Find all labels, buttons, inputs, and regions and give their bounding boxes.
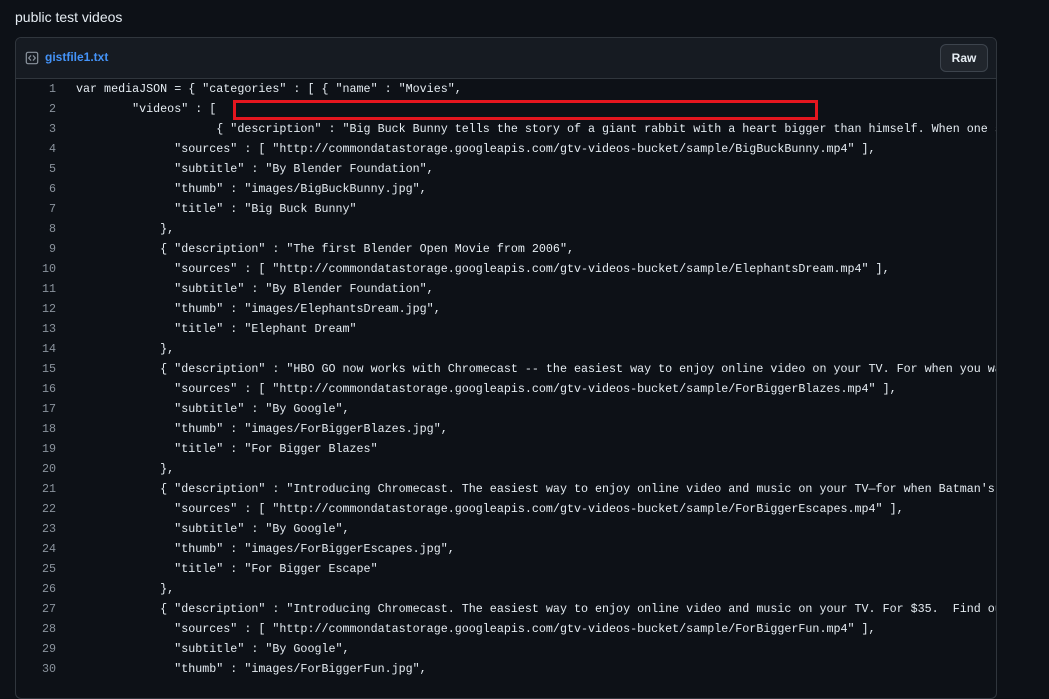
code-line: 15 { "description" : "HBO GO now works w… [16,359,996,379]
line-code-text: "sources" : [ "http://commondatastorage.… [76,502,904,516]
raw-button[interactable]: Raw [940,44,988,72]
code-line: 8 }, [16,219,996,239]
line-number[interactable]: 12 [16,299,76,319]
line-code-text: "title" : "For Bigger Blazes" [76,442,378,456]
line-number[interactable]: 2 [16,99,76,119]
code-line: 11 "subtitle" : "By Blender Foundation", [16,279,996,299]
code-line: 18 "thumb" : "images/ForBiggerBlazes.jpg… [16,419,996,439]
page-title: public test videos [15,9,123,25]
gist-file-box: gistfile1.txt Raw 1 var mediaJSON = { "ca… [15,37,997,699]
code-lines: 1 var mediaJSON = { "categories" : [ { "n… [16,79,996,679]
line-code-text: "sources" : [ "http://commondatastorage.… [76,382,897,396]
code-line: 27 { "description" : "Introducing Chrome… [16,599,996,619]
line-number[interactable]: 16 [16,379,76,399]
code-line: 5 "subtitle" : "By Blender Foundation", [16,159,996,179]
line-code-text: "thumb" : "images/ForBiggerEscapes.jpg", [76,542,455,556]
code-line: 29 "subtitle" : "By Google", [16,639,996,659]
code-line: 16 "sources" : [ "http://commondatastora… [16,379,996,399]
line-number[interactable]: 1 [16,79,76,99]
line-code-text: "thumb" : "images/BigBuckBunny.jpg", [76,182,427,196]
line-code-text: "subtitle" : "By Blender Foundation", [76,282,434,296]
code-line: 24 "thumb" : "images/ForBiggerEscapes.jp… [16,539,996,559]
code-line: 21 { "description" : "Introducing Chrome… [16,479,996,499]
line-code-text: "title" : "Elephant Dream" [76,322,357,336]
line-number[interactable]: 25 [16,559,76,579]
code-line: 10 "sources" : [ "http://commondatastora… [16,259,996,279]
line-number[interactable]: 19 [16,439,76,459]
line-code-text: }, [76,582,175,596]
code-line: 26 }, [16,579,996,599]
line-code-text: "thumb" : "images/ForBiggerFun.jpg", [76,662,427,676]
code-line: 17 "subtitle" : "By Google", [16,399,996,419]
line-number[interactable]: 3 [16,119,76,139]
code-line: 7 "title" : "Big Buck Bunny" [16,199,996,219]
line-number[interactable]: 17 [16,399,76,419]
line-number[interactable]: 23 [16,519,76,539]
line-number[interactable]: 11 [16,279,76,299]
line-code-text: "subtitle" : "By Google", [76,522,350,536]
line-number[interactable]: 14 [16,339,76,359]
line-code-text: { "description" : "Introducing Chromecas… [76,482,997,496]
code-line: 30 "thumb" : "images/ForBiggerFun.jpg", [16,659,996,679]
line-code-text: { "description" : "Big Buck Bunny tells … [76,122,997,136]
line-code-text: "thumb" : "images/ElephantsDream.jpg", [76,302,441,316]
line-code-text: { "description" : "Introducing Chromecas… [76,602,997,616]
line-code-text: "subtitle" : "By Blender Foundation", [76,162,434,176]
line-number[interactable]: 27 [16,599,76,619]
line-code-text: "subtitle" : "By Google", [76,642,350,656]
line-code-text: { "description" : "HBO GO now works with… [76,362,997,376]
code-line: 23 "subtitle" : "By Google", [16,519,996,539]
line-number[interactable]: 24 [16,539,76,559]
line-code-text: }, [76,342,175,356]
line-code-text: "videos" : [ [76,102,217,116]
line-number[interactable]: 20 [16,459,76,479]
line-number[interactable]: 10 [16,259,76,279]
code-line: 22 "sources" : [ "http://commondatastora… [16,499,996,519]
code-line: 3 { "description" : "Big Buck Bunny tell… [16,119,996,139]
line-number[interactable]: 8 [16,219,76,239]
line-code-text: "title" : "For Bigger Escape" [76,562,378,576]
line-code-text: "title" : "Big Buck Bunny" [76,202,357,216]
line-code-text: "sources" : [ "http://commondatastorage.… [76,262,890,276]
code-line: 12 "thumb" : "images/ElephantsDream.jpg"… [16,299,996,319]
line-number[interactable]: 4 [16,139,76,159]
code-line: 2 "videos" : [ [16,99,996,119]
code-line: 1 var mediaJSON = { "categories" : [ { "n… [16,79,996,99]
code-line: 4 "sources" : [ "http://commondatastorag… [16,139,996,159]
line-code-text: }, [76,222,175,236]
line-number[interactable]: 13 [16,319,76,339]
line-number[interactable]: 6 [16,179,76,199]
line-code-text: { "description" : "The first Blender Ope… [76,242,574,256]
line-number[interactable]: 21 [16,479,76,499]
code-line: 9 { "description" : "The first Blender O… [16,239,996,259]
code-line: 19 "title" : "For Bigger Blazes" [16,439,996,459]
line-number[interactable]: 30 [16,659,76,679]
code-line: 25 "title" : "For Bigger Escape" [16,559,996,579]
code-line: 13 "title" : "Elephant Dream" [16,319,996,339]
code-square-icon [25,51,39,65]
line-code-text: var mediaJSON = { "categories" : [ { "na… [76,82,462,96]
code-body: 1 var mediaJSON = { "categories" : [ { "n… [16,79,996,698]
line-number[interactable]: 26 [16,579,76,599]
line-code-text: "subtitle" : "By Google", [76,402,350,416]
line-number[interactable]: 9 [16,239,76,259]
line-number[interactable]: 29 [16,639,76,659]
line-code-text: "sources" : [ "http://commondatastorage.… [76,622,876,636]
line-number[interactable]: 15 [16,359,76,379]
code-line: 20 }, [16,459,996,479]
line-number[interactable]: 18 [16,419,76,439]
file-header: gistfile1.txt Raw [16,38,996,79]
line-code-text: "thumb" : "images/ForBiggerBlazes.jpg", [76,422,448,436]
code-line: 6 "thumb" : "images/BigBuckBunny.jpg", [16,179,996,199]
file-name-link[interactable]: gistfile1.txt [45,50,108,64]
code-line: 14 }, [16,339,996,359]
line-number[interactable]: 28 [16,619,76,639]
line-number[interactable]: 5 [16,159,76,179]
line-number[interactable]: 22 [16,499,76,519]
line-code-text: "sources" : [ "http://commondatastorage.… [76,142,876,156]
line-number[interactable]: 7 [16,199,76,219]
code-line: 28 "sources" : [ "http://commondatastora… [16,619,996,639]
line-code-text: }, [76,462,175,476]
